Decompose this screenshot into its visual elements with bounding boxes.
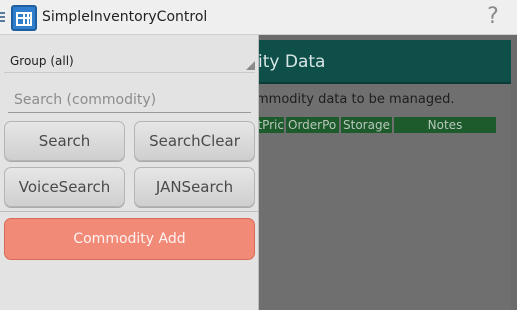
commodity-data-panel: ity Data mmodity data to be managed. itP… <box>252 40 511 310</box>
app-title: SimpleInventoryControl <box>42 9 208 25</box>
commodity-add-button[interactable]: Commodity Add <box>4 218 255 260</box>
help-icon[interactable]: ? <box>484 4 502 30</box>
jan-search-button[interactable]: JANSearch <box>134 167 255 207</box>
search-button[interactable]: Search <box>4 121 125 161</box>
search-drawer: Group (all) Search SearchClear VoiceSear… <box>0 35 259 310</box>
dropdown-arrow-icon <box>246 61 255 70</box>
menu-icon[interactable] <box>0 12 5 24</box>
column-storage: Storage <box>341 117 394 133</box>
group-select[interactable]: Group (all) <box>4 41 255 73</box>
column-order-point: OrderPo <box>286 117 341 133</box>
drawer-divider <box>0 211 259 212</box>
column-notes: Notes <box>394 117 498 133</box>
panel-title: ity Data <box>252 40 511 84</box>
voice-search-button[interactable]: VoiceSearch <box>4 167 125 207</box>
search-clear-button[interactable]: SearchClear <box>134 121 255 161</box>
panel-description: mmodity data to be managed. <box>256 92 455 107</box>
group-select-value: Group (all) <box>10 54 74 68</box>
commodity-search-input[interactable] <box>8 87 251 113</box>
table-header-row: itPric OrderPo Storage Notes <box>252 117 498 133</box>
inventory-app-icon[interactable] <box>11 5 37 31</box>
action-bar: SimpleInventoryControl ? <box>0 0 517 35</box>
